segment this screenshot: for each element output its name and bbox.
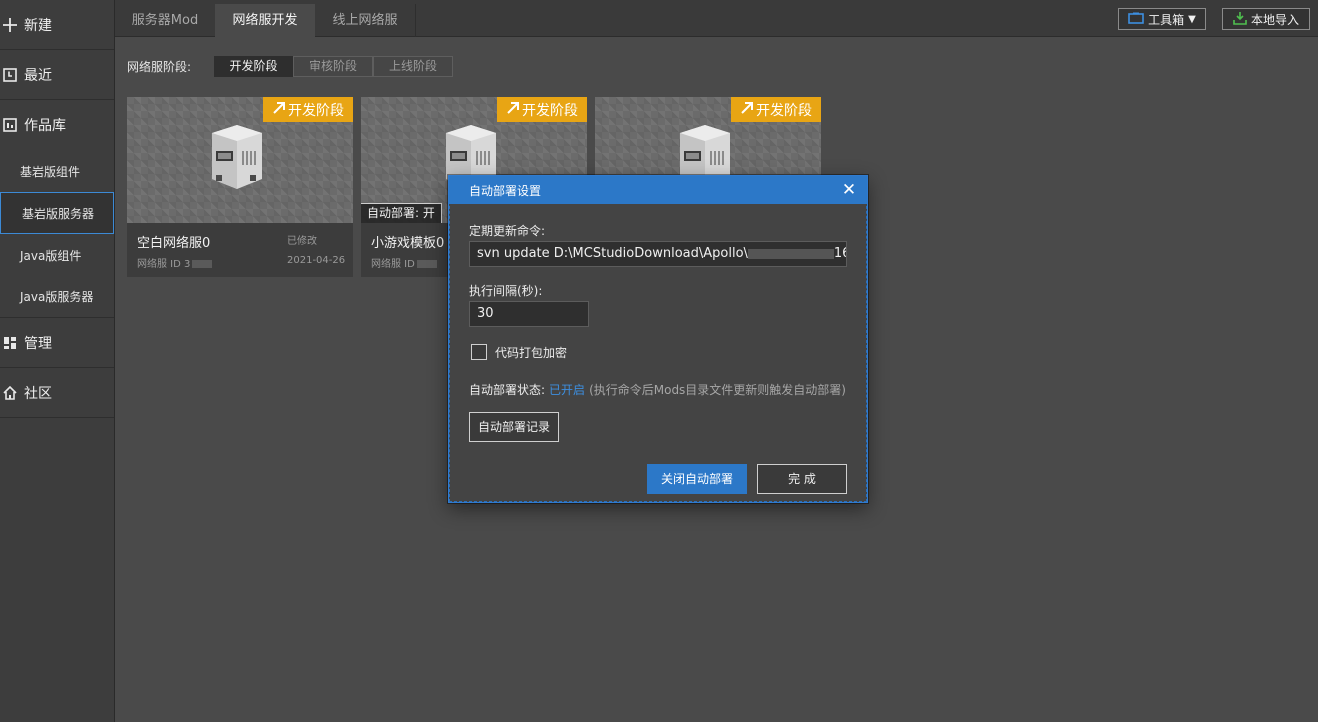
dialog-title: 自动部署设置 bbox=[469, 183, 542, 198]
server-card[interactable]: 开发阶段 空白网络服0 网络服 ID 3 已修改 2021-04-26 bbox=[127, 97, 353, 277]
stage-badge-label: 开发阶段 bbox=[522, 102, 578, 119]
deploy-log-button[interactable]: 自动部署记录 bbox=[469, 412, 559, 442]
encrypt-label: 代码打包加密 bbox=[495, 346, 568, 360]
command-value-prefix: svn update D:\MCStudioDownload\Apollo\ bbox=[477, 246, 748, 261]
status-value: 已开启 bbox=[549, 383, 586, 397]
sidebar-item-java-components[interactable]: Java版组件 bbox=[0, 234, 114, 276]
sidebar-item-label: Java版服务器 bbox=[20, 290, 94, 304]
close-icon[interactable]: ✕ bbox=[839, 180, 859, 200]
command-input[interactable]: svn update D:\MCStudioDownload\Apollo\ 16… bbox=[469, 241, 847, 267]
sidebar-item-java-servers[interactable]: Java版服务器 bbox=[0, 276, 114, 318]
stage-option-online[interactable]: 上线阶段 bbox=[373, 56, 453, 77]
home-icon bbox=[2, 385, 22, 401]
local-import-button[interactable]: 本地导入 bbox=[1222, 8, 1310, 30]
card-date: 2021-04-26 bbox=[287, 255, 346, 266]
redacted-block bbox=[192, 260, 213, 268]
arrow-up-right-icon bbox=[506, 101, 520, 119]
sidebar-item-label: 新建 bbox=[24, 17, 52, 34]
interval-input[interactable]: 30 bbox=[469, 301, 589, 327]
sidebar-item-community[interactable]: 社区 bbox=[0, 368, 114, 418]
sidebar-item-label: 作品库 bbox=[24, 118, 66, 134]
toolbox-label: 工具箱 bbox=[1148, 12, 1185, 27]
command-label: 定期更新命令: bbox=[469, 224, 546, 238]
encrypt-checkbox[interactable] bbox=[471, 344, 487, 360]
tab-network-server-dev[interactable]: 网络服开发 bbox=[215, 4, 315, 37]
interval-value: 30 bbox=[477, 306, 494, 321]
auto-deploy-dialog: 自动部署设置 ✕ 定期更新命令: svn update D:\MCStudioD… bbox=[448, 175, 868, 503]
stage-badge: 开发阶段 bbox=[731, 97, 821, 122]
sidebar-item-recent[interactable]: 最近 bbox=[0, 50, 114, 100]
library-icon bbox=[2, 117, 22, 133]
sidebar-item-label: 基岩版组件 bbox=[20, 164, 81, 179]
clock-icon bbox=[2, 67, 22, 83]
command-value-suffix: 163.co bbox=[833, 246, 846, 261]
card-id: 网络服 ID 3 bbox=[137, 255, 213, 270]
stage-option-dev[interactable]: 开发阶段 bbox=[214, 56, 293, 77]
import-icon bbox=[1233, 11, 1247, 28]
done-button[interactable]: 完 成 bbox=[757, 464, 847, 494]
sidebar-item-bedrock-servers[interactable]: 基岩版服务器 bbox=[0, 192, 114, 234]
sidebar-item-manage[interactable]: 管理 bbox=[0, 318, 114, 368]
sidebar-item-label: 基岩版服务器 bbox=[22, 206, 95, 221]
sidebar-item-bedrock-components[interactable]: 基岩版组件 bbox=[0, 150, 114, 192]
card-id: 网络服 ID bbox=[371, 255, 437, 270]
deploy-status-line: 自动部署状态: 已开启 (执行命令后Mods目录文件更新则触发自动部署) bbox=[469, 381, 846, 398]
stage-badge: 开发阶段 bbox=[497, 97, 587, 122]
dashboard-icon bbox=[2, 335, 22, 351]
stage-filter-label: 网络服阶段: bbox=[127, 60, 192, 74]
tab-divider bbox=[415, 4, 416, 37]
sidebar-item-new[interactable]: 新建 bbox=[0, 0, 114, 50]
top-tab-bar: 服务器Mod 网络服开发 线上网络服 工具箱 ▼ 本地导入 bbox=[115, 0, 1318, 37]
dialog-header: 自动部署设置 ✕ bbox=[449, 176, 867, 204]
sidebar-item-label: 社区 bbox=[24, 385, 52, 402]
status-key: 自动部署状态: bbox=[469, 383, 546, 397]
close-auto-deploy-button[interactable]: 关闭自动部署 bbox=[647, 464, 747, 494]
tab-online-network-server[interactable]: 线上网络服 bbox=[315, 4, 415, 37]
auto-deploy-tag: 自动部署: 开 bbox=[361, 203, 442, 223]
caret-down-icon: ▼ bbox=[1188, 13, 1196, 25]
stage-option-review[interactable]: 审核阶段 bbox=[293, 56, 373, 77]
status-hint: (执行命令后Mods目录文件更新则触发自动部署) bbox=[589, 383, 846, 397]
app-window: 新建 最近 作品库 基岩版组件 基岩版服务器 Java版组件 Java版服务器 bbox=[0, 0, 1318, 722]
import-label: 本地导入 bbox=[1250, 12, 1299, 27]
sidebar: 新建 最近 作品库 基岩版组件 基岩版服务器 Java版组件 Java版服务器 bbox=[0, 0, 115, 722]
sidebar-item-label: 管理 bbox=[24, 335, 52, 352]
stage-badge-label: 开发阶段 bbox=[756, 102, 812, 119]
toolbox-icon bbox=[1128, 12, 1144, 27]
redacted-block bbox=[747, 248, 834, 259]
card-name: 小游戏模板0 bbox=[371, 236, 445, 251]
card-name: 空白网络服0 bbox=[137, 236, 211, 251]
stage-badge: 开发阶段 bbox=[263, 97, 353, 122]
sidebar-item-label: Java版组件 bbox=[20, 248, 82, 263]
toolbox-button[interactable]: 工具箱 ▼ bbox=[1118, 8, 1206, 30]
arrow-up-right-icon bbox=[740, 101, 754, 119]
tab-server-mod[interactable]: 服务器Mod bbox=[115, 4, 215, 37]
sidebar-item-label: 最近 bbox=[24, 67, 52, 84]
sidebar-item-library[interactable]: 作品库 bbox=[0, 100, 114, 150]
server-icon bbox=[212, 125, 262, 189]
card-thumbnail: 开发阶段 bbox=[127, 97, 353, 223]
stage-badge-label: 开发阶段 bbox=[288, 102, 344, 119]
redacted-block bbox=[416, 260, 437, 268]
arrow-up-right-icon bbox=[272, 101, 286, 119]
interval-label: 执行间隔(秒): bbox=[469, 284, 543, 298]
card-modified-status: 已修改 bbox=[287, 236, 317, 247]
plus-icon bbox=[2, 17, 22, 33]
